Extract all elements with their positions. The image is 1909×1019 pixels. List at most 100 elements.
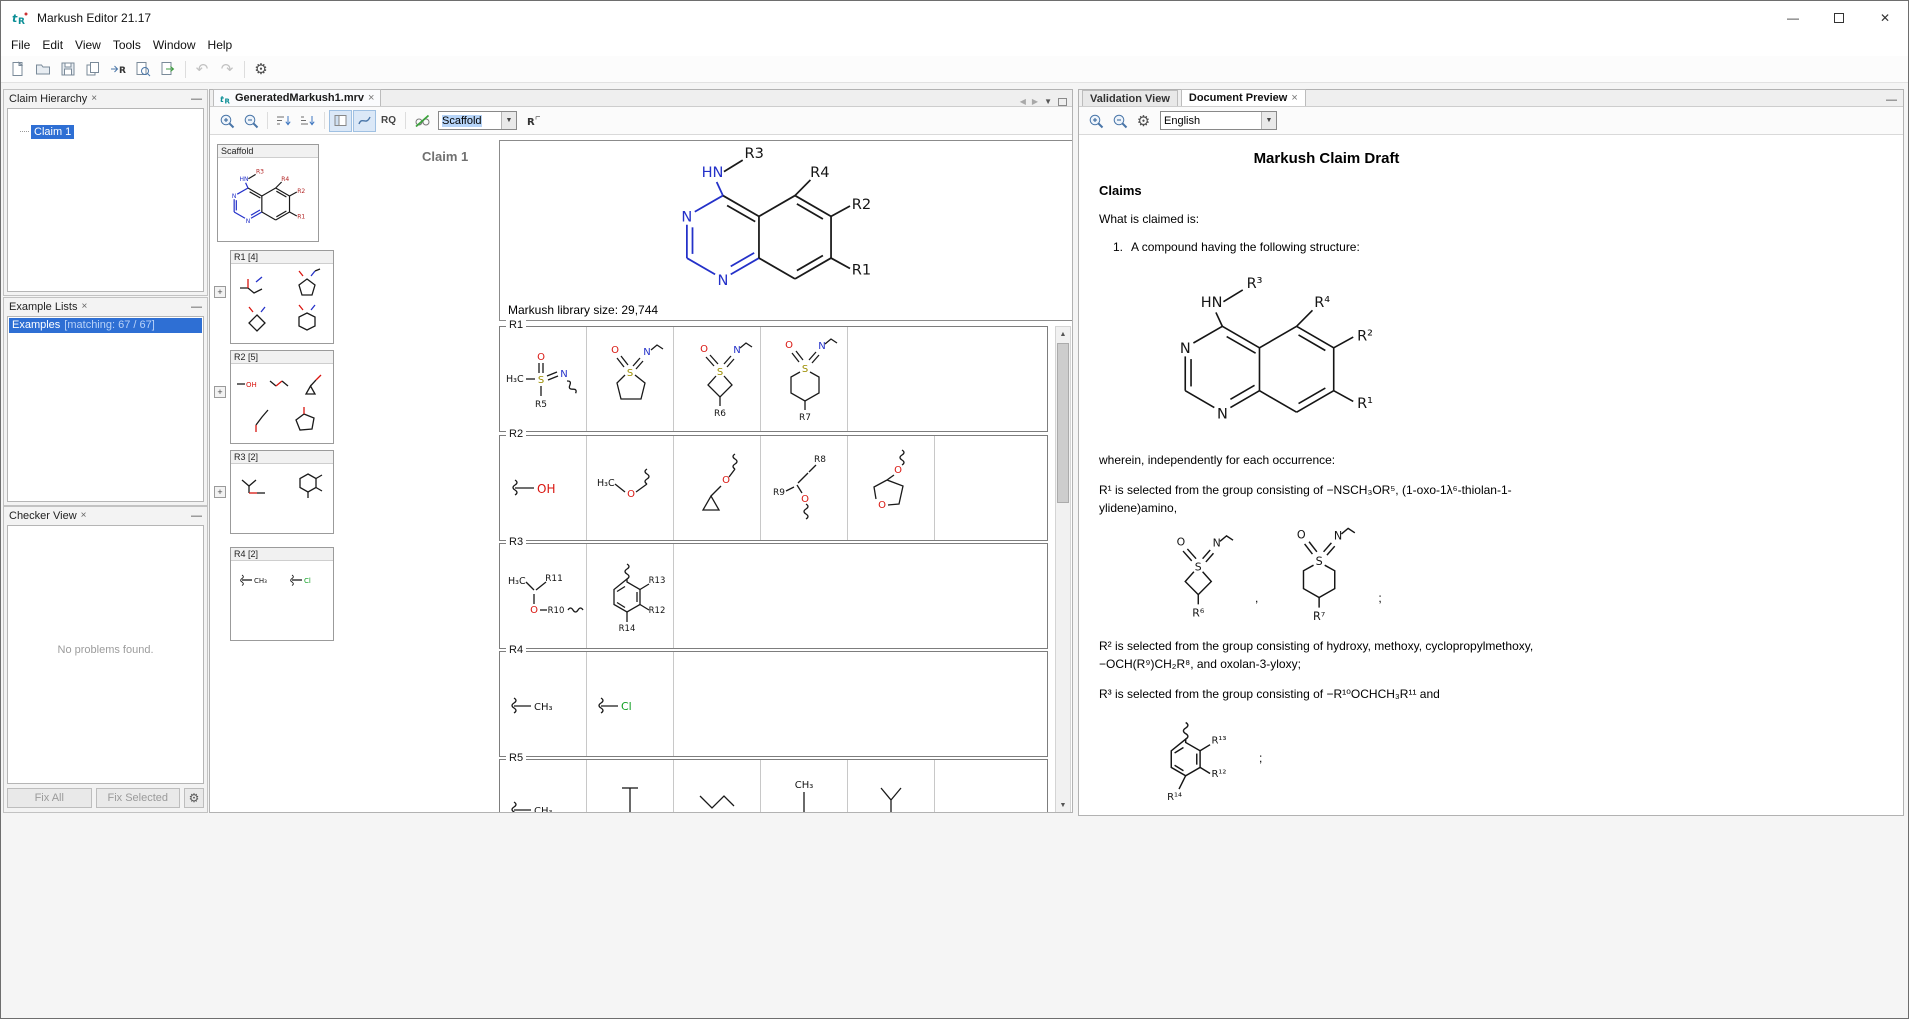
tab-document-preview[interactable]: Document Preview × bbox=[1181, 89, 1306, 106]
close-icon[interactable]: × bbox=[368, 92, 374, 104]
r3-cell-1[interactable]: H₃C R11 O R10 bbox=[500, 544, 587, 648]
duplicate-button[interactable] bbox=[81, 58, 105, 81]
r3-mini-structure[interactable] bbox=[284, 466, 330, 504]
r2-cell-3[interactable]: O bbox=[674, 436, 761, 540]
r5-cell-3[interactable] bbox=[674, 760, 761, 812]
chevron-down-icon[interactable]: ▼ bbox=[1261, 112, 1276, 129]
expand-r2-button[interactable]: + bbox=[214, 386, 226, 398]
close-icon[interactable]: × bbox=[1291, 92, 1297, 104]
r1-mini-structure[interactable] bbox=[234, 266, 280, 303]
scaffold-canvas[interactable]: N N HN R3 R4 R2 R1 Markush library size:… bbox=[499, 140, 1072, 321]
expand-r1-button[interactable]: + bbox=[214, 286, 226, 298]
checker-settings-button[interactable]: ⚙ bbox=[184, 788, 204, 808]
minimize-icon[interactable]: — bbox=[191, 93, 202, 105]
r2-cell-2[interactable]: H₃C O bbox=[587, 436, 674, 540]
menu-tools[interactable]: Tools bbox=[107, 36, 147, 54]
preview-settings-button[interactable]: ⚙ bbox=[1132, 110, 1155, 132]
rgroup-scrollbar[interactable]: ▲ ▼ bbox=[1055, 326, 1071, 812]
new-document-button[interactable] bbox=[6, 58, 30, 81]
r4-mini-structure[interactable]: CH₃ bbox=[234, 563, 280, 600]
close-icon[interactable]: × bbox=[81, 301, 87, 312]
language-combobox[interactable]: English ▼ bbox=[1160, 111, 1277, 130]
menu-view[interactable]: View bbox=[69, 36, 107, 54]
menu-help[interactable]: Help bbox=[202, 36, 239, 54]
fix-all-button[interactable]: Fix All bbox=[7, 788, 92, 808]
menu-edit[interactable]: Edit bbox=[36, 36, 69, 54]
r1-cell-1[interactable]: H₃C S O N R5 bbox=[500, 327, 587, 431]
scroll-tabs-right-icon[interactable]: ▶ bbox=[1032, 97, 1038, 106]
minimize-icon[interactable]: — bbox=[191, 510, 202, 522]
r1-thumbnail-box[interactable]: R1 [4] bbox=[230, 250, 334, 344]
r1-mini-structure[interactable] bbox=[234, 303, 280, 340]
menu-window[interactable]: Window bbox=[147, 36, 202, 54]
menu-file[interactable]: File bbox=[5, 36, 36, 54]
rgroup-export-button[interactable]: R bbox=[106, 58, 130, 81]
scroll-up-button[interactable]: ▲ bbox=[1056, 327, 1070, 342]
chevron-down-icon[interactable]: ▼ bbox=[501, 112, 516, 129]
preview-zoom-in-button[interactable] bbox=[1084, 110, 1107, 132]
r4-cell-1[interactable]: CH₃ bbox=[500, 652, 587, 756]
tab-generatedmarkush1[interactable]: tR GeneratedMarkush1.mrv × bbox=[213, 89, 381, 106]
redo-button[interactable]: ↷ bbox=[215, 58, 239, 81]
zoom-in-button[interactable] bbox=[215, 110, 238, 132]
r1-mini-structure[interactable] bbox=[284, 266, 330, 303]
sort-ascending-button[interactable] bbox=[272, 110, 295, 132]
open-button[interactable] bbox=[31, 58, 55, 81]
r5-cell-1[interactable]: CH₃ bbox=[500, 760, 587, 812]
r2-cell-1[interactable]: OH bbox=[500, 436, 587, 540]
minimize-button[interactable]: — bbox=[1770, 1, 1816, 34]
export-button[interactable] bbox=[156, 58, 180, 81]
expand-r3-button[interactable]: + bbox=[214, 486, 226, 498]
r3-thumbnail-box[interactable]: R3 [2] bbox=[230, 450, 334, 534]
tree-item-claim-1[interactable]: Claim 1 bbox=[31, 125, 74, 139]
scaffold-thumbnail-box[interactable]: Scaffold N N HN R3 R4 R2 R1 bbox=[217, 144, 319, 242]
sort-descending-button[interactable] bbox=[296, 110, 319, 132]
r4-mini-structure[interactable]: Cl bbox=[284, 563, 330, 600]
close-button[interactable]: ✕ bbox=[1862, 1, 1908, 34]
close-icon[interactable]: × bbox=[81, 510, 87, 521]
view-filter-button[interactable] bbox=[410, 110, 433, 132]
r1-cell-3[interactable]: S O N R6 bbox=[674, 327, 761, 431]
r5-cell-5[interactable] bbox=[848, 760, 935, 812]
examples-list-row[interactable]: Examples[matching: 67 / 67] bbox=[9, 318, 202, 333]
r5-cell-2[interactable] bbox=[587, 760, 674, 812]
scrollbar-thumb[interactable] bbox=[1057, 343, 1069, 503]
maximize-button[interactable] bbox=[1816, 1, 1862, 34]
zoom-out-button[interactable] bbox=[239, 110, 262, 132]
r2-mini-structure[interactable]: OH bbox=[233, 366, 265, 402]
close-icon[interactable]: × bbox=[91, 93, 97, 104]
r4-thumbnail-box[interactable]: R4 [2] CH₃ Cl bbox=[230, 547, 334, 641]
rgroup-tool-button[interactable]: R bbox=[521, 110, 544, 132]
r5-cell-4[interactable]: CH₃ bbox=[761, 760, 848, 812]
scroll-tabs-left-icon[interactable]: ◀ bbox=[1020, 97, 1026, 106]
undo-button[interactable]: ↶ bbox=[190, 58, 214, 81]
minimize-icon[interactable]: — bbox=[191, 301, 202, 313]
fix-selected-button[interactable]: Fix Selected bbox=[96, 788, 181, 808]
r3-mini-structure[interactable] bbox=[234, 466, 280, 504]
r2-cell-5[interactable]: O O bbox=[848, 436, 935, 540]
r2-mini-structure[interactable] bbox=[266, 366, 298, 402]
save-button[interactable] bbox=[56, 58, 80, 81]
r4-cell-2[interactable]: Cl bbox=[587, 652, 674, 756]
settings-button[interactable]: ⚙ bbox=[249, 58, 273, 81]
tab-list-dropdown-icon[interactable]: ▼ bbox=[1044, 97, 1052, 106]
r2-mini-structure[interactable] bbox=[300, 366, 332, 402]
r1-mini-structure[interactable] bbox=[284, 303, 330, 340]
preview-zoom-out-button[interactable] bbox=[1108, 110, 1131, 132]
search-document-button[interactable] bbox=[131, 58, 155, 81]
scaffold-thumbnail-structure[interactable]: N N HN R3 R4 R2 R1 bbox=[220, 164, 316, 230]
float-panel-icon[interactable] bbox=[1058, 98, 1067, 106]
r3-cell-2[interactable]: R13 R12 R14 bbox=[587, 544, 674, 648]
rq-button[interactable]: RQ bbox=[377, 110, 400, 132]
r2-thumbnail-box[interactable]: R2 [5] OH bbox=[230, 350, 334, 444]
r1-cell-2[interactable]: S O N bbox=[587, 327, 674, 431]
scroll-down-button[interactable]: ▼ bbox=[1056, 798, 1070, 812]
scaffold-structure[interactable]: N N HN R3 R4 R2 R1 bbox=[650, 140, 900, 305]
minimize-icon[interactable]: — bbox=[1886, 94, 1903, 106]
tab-validation-view[interactable]: Validation View bbox=[1082, 90, 1178, 106]
view-mode-combobox[interactable]: Scaffold ▼ bbox=[438, 111, 517, 130]
r2-mini-structure[interactable] bbox=[288, 402, 320, 438]
layout-toggle-button[interactable] bbox=[329, 110, 352, 132]
r1-cell-4[interactable]: S O N R7 bbox=[761, 327, 848, 431]
r2-cell-4[interactable]: R8 R9 O bbox=[761, 436, 848, 540]
